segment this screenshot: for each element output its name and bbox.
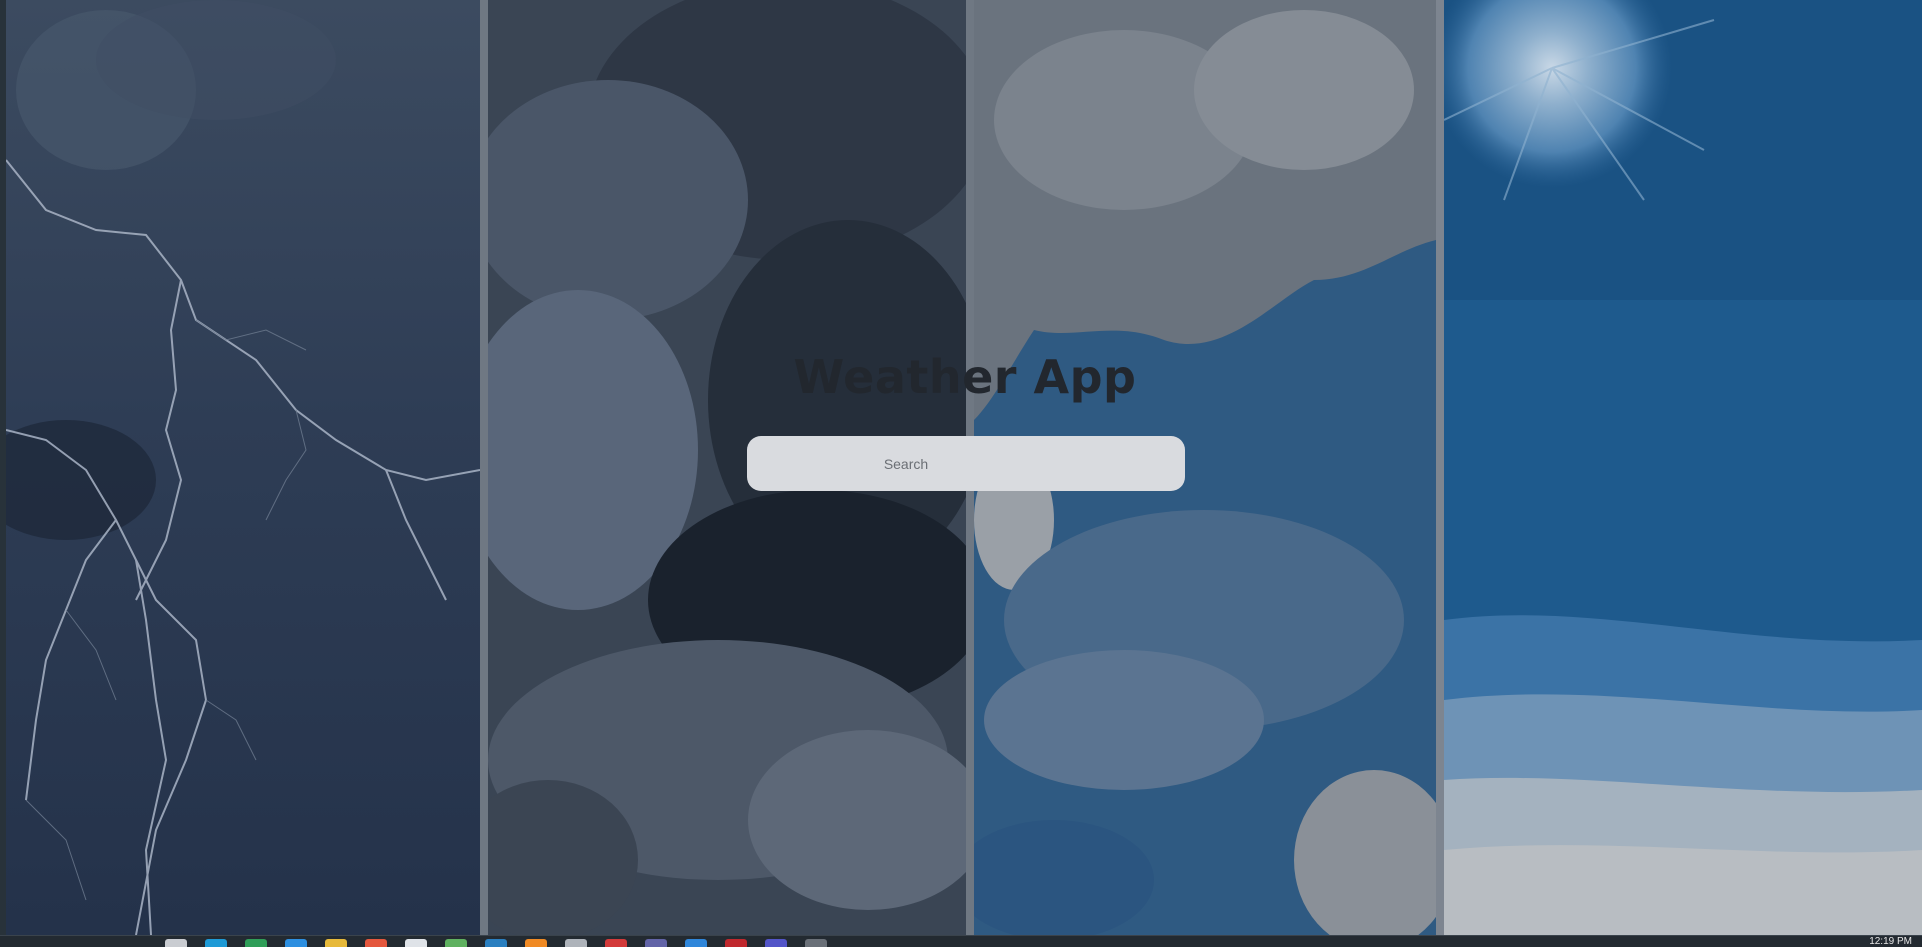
notepad-icon[interactable] bbox=[405, 939, 427, 947]
vscode-icon[interactable] bbox=[285, 939, 307, 947]
terminal-icon[interactable] bbox=[485, 939, 507, 947]
edge-browser-icon[interactable] bbox=[205, 939, 227, 947]
media-icon[interactable] bbox=[725, 939, 747, 947]
search-input[interactable] bbox=[747, 436, 1185, 491]
sheets-icon[interactable] bbox=[445, 939, 467, 947]
panel-divider bbox=[1436, 0, 1444, 935]
document-icon[interactable] bbox=[565, 939, 587, 947]
file-explorer-icon[interactable] bbox=[165, 939, 187, 947]
spreadsheet-icon[interactable] bbox=[245, 939, 267, 947]
page-title: Weather App bbox=[793, 350, 1137, 404]
vs-icon[interactable] bbox=[685, 939, 707, 947]
firefox-icon[interactable] bbox=[525, 939, 547, 947]
search-box bbox=[747, 436, 1185, 491]
background-panel-lightning bbox=[6, 0, 480, 935]
git-icon[interactable] bbox=[365, 939, 387, 947]
teams-icon[interactable] bbox=[645, 939, 667, 947]
folder-icon[interactable] bbox=[325, 939, 347, 947]
panel-divider bbox=[480, 0, 488, 935]
background-panel-sunny-sky bbox=[1444, 0, 1922, 935]
record-icon[interactable] bbox=[605, 939, 627, 947]
weather-app: Weather App bbox=[0, 0, 1922, 935]
taskbar: 12:19 PM bbox=[0, 935, 1922, 947]
window-icon[interactable] bbox=[805, 939, 827, 947]
calendar-icon[interactable] bbox=[765, 939, 787, 947]
taskbar-clock: 12:19 PM bbox=[1869, 936, 1912, 947]
